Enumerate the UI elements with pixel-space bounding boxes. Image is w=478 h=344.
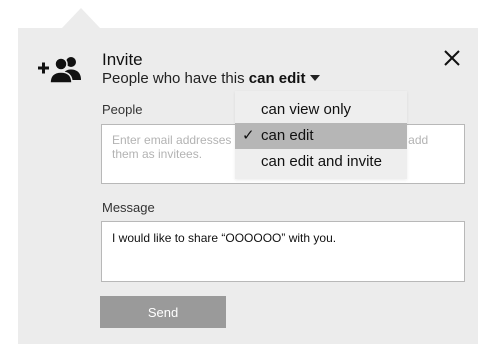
caret-down-icon[interactable] (310, 75, 321, 81)
permission-dropdown-toggle[interactable]: can edit (249, 70, 321, 87)
permission-summary: People who have this can edit (102, 70, 321, 88)
add-user-icon (38, 57, 81, 84)
close-icon[interactable] (443, 49, 461, 67)
current-permission-label[interactable]: can edit (249, 70, 306, 87)
menu-item-can-view-only[interactable]: can view only (235, 97, 407, 123)
check-icon: ✓ (242, 127, 255, 144)
send-button[interactable]: Send (100, 296, 226, 328)
message-input[interactable]: I would like to share “OOOOOO” with you. (101, 221, 465, 282)
invite-dialog-stage: Invite People who have this can edit Peo… (0, 0, 478, 344)
menu-item-label: can edit and invite (261, 153, 382, 170)
menu-item-can-edit-and-invite[interactable]: can edit and invite (235, 149, 407, 175)
menu-item-can-edit[interactable]: ✓ can edit (235, 123, 407, 149)
people-label: People (102, 102, 143, 117)
popover-arrow (62, 8, 100, 28)
message-label: Message (102, 200, 155, 215)
permission-dropdown-menu: can view only ✓ can edit can edit and in… (235, 91, 407, 179)
permission-summary-text: People who have this (102, 70, 245, 87)
menu-item-label: can edit (261, 127, 314, 144)
menu-item-label: can view only (261, 101, 352, 118)
dialog-title: Invite (102, 50, 143, 69)
